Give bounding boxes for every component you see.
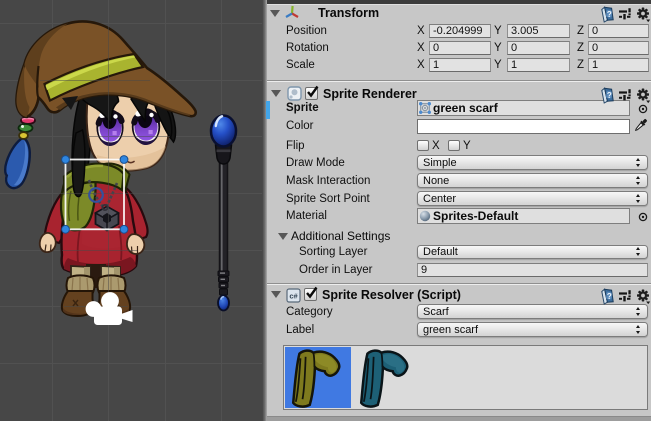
svg-text:?: ? bbox=[607, 10, 612, 19]
svg-text:c#: c# bbox=[289, 292, 298, 301]
